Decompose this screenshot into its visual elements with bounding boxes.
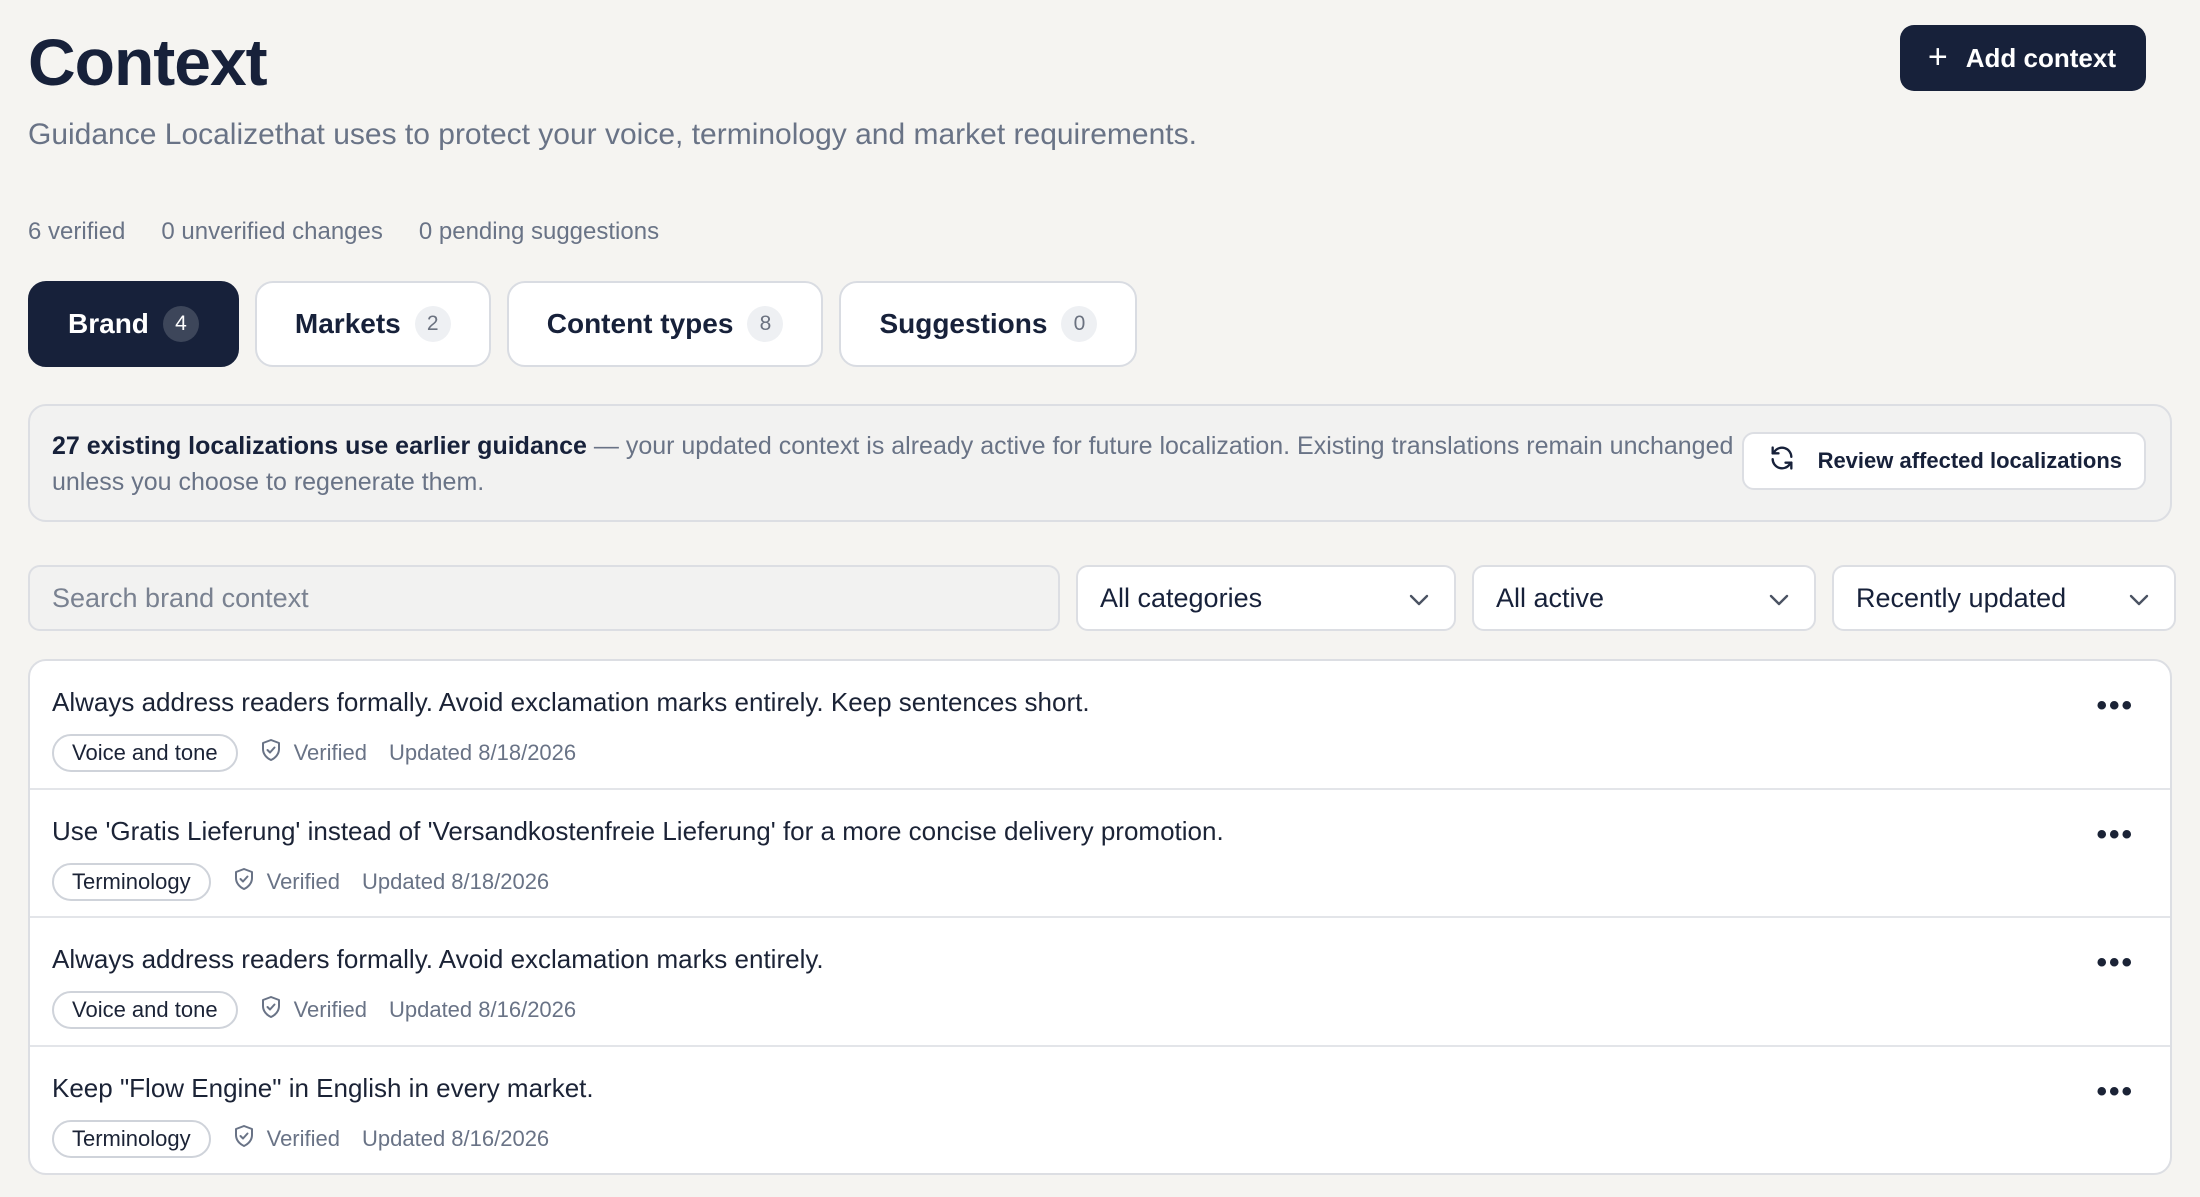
page-subtitle: Guidance Localizethat uses to protect yo… — [28, 118, 1197, 151]
more-options-icon[interactable]: ••• — [2096, 948, 2134, 978]
updated-date: Updated 8/16/2026 — [388, 997, 577, 1022]
shield-check-icon — [233, 1124, 255, 1154]
verified-label: Verified — [293, 997, 367, 1022]
category-select[interactable]: All categories — [1076, 565, 1456, 631]
chevron-down-icon — [1768, 583, 1790, 614]
item-meta: Terminology Verified Updated 8/18/2026 — [52, 862, 2148, 901]
stat-unverified: 0 unverified changes — [161, 218, 383, 245]
list-item[interactable]: Use 'Gratis Lieferung' instead of 'Versa… — [30, 790, 2170, 918]
page-title: Context — [28, 25, 268, 99]
list-item[interactable]: Always address readers formally. Avoid e… — [30, 918, 2170, 1047]
page-header: Context Guidance Localizethat uses to pr… — [28, 0, 2172, 160]
updated-date: Updated 8/16/2026 — [362, 1125, 550, 1151]
updated-date: Updated 8/18/2026 — [362, 868, 550, 894]
tab-count-badge: 8 — [747, 306, 784, 342]
verified-status: Verified — [233, 1124, 340, 1154]
status-select[interactable]: All active — [1472, 565, 1816, 631]
verified-status: Verified — [233, 867, 340, 897]
verified-label: Verified — [266, 868, 340, 894]
context-list: Always address readers formally. Avoid e… — [28, 659, 2172, 1175]
verified-status: Verified — [260, 995, 367, 1025]
item-meta: Voice and tone Verified Updated 8/18/202… — [52, 734, 2148, 772]
list-item[interactable]: Always address readers formally. Avoid e… — [30, 661, 2170, 790]
tab-label: Content types — [546, 308, 734, 339]
context-rule-text: Use 'Gratis Lieferung' instead of 'Versa… — [52, 815, 1224, 846]
category-tag: Terminology — [52, 1119, 211, 1158]
sort-select[interactable]: Recently updated — [1832, 565, 2176, 631]
context-rule-text: Always address readers formally. Avoid e… — [52, 944, 824, 974]
more-options-icon[interactable]: ••• — [2096, 691, 2134, 721]
add-context-button[interactable]: + Add context — [1899, 25, 2146, 91]
stats-bar: 6 verified 0 unverified changes 0 pendin… — [28, 218, 659, 246]
tab-count-badge: 2 — [414, 306, 451, 342]
add-context-label: Add context — [1965, 42, 2116, 73]
tab-bar: Brand 4 Markets 2 Content types 8 Sugges… — [28, 281, 1138, 367]
category-tag: Terminology — [52, 862, 211, 901]
updated-date: Updated 8/18/2026 — [388, 740, 577, 765]
refresh-icon — [1768, 444, 1796, 478]
tab-label: Markets — [294, 308, 401, 339]
tab-label: Suggestions — [879, 308, 1048, 339]
search-input[interactable] — [28, 565, 1060, 631]
verified-status: Verified — [260, 738, 367, 768]
tab-brand[interactable]: Brand 4 — [28, 281, 239, 367]
category-tag: Voice and tone — [52, 734, 238, 772]
shield-check-icon — [260, 995, 282, 1025]
tab-label: Brand — [68, 308, 149, 339]
item-meta: Voice and tone Verified Updated 8/16/202… — [52, 991, 2148, 1029]
status-select-value: All active — [1496, 582, 1605, 613]
sort-select-value: Recently updated — [1856, 582, 2067, 613]
context-page: Context Guidance Localizethat uses to pr… — [0, 0, 2200, 1197]
chevron-down-icon — [2128, 583, 2150, 614]
stat-pending: 0 pending suggestions — [418, 218, 660, 245]
tab-content-types[interactable]: Content types 8 — [506, 281, 824, 367]
tab-count-badge: 0 — [1061, 306, 1098, 342]
notice-text: 27 existing localizations use earlier gu… — [52, 428, 1742, 500]
category-tag: Voice and tone — [52, 991, 238, 1029]
shield-check-icon — [260, 738, 282, 768]
filter-bar: All categories All active Recently updat… — [28, 565, 2176, 631]
item-meta: Terminology Verified Updated 8/16/2026 — [52, 1119, 2148, 1158]
tab-markets[interactable]: Markets 2 — [254, 281, 491, 367]
stat-verified: 6 verified — [28, 218, 126, 245]
review-affected-localizations-button[interactable]: Review affected localizations — [1741, 432, 2146, 490]
context-rule-text: Keep "Flow Engine" in English in every m… — [52, 1072, 594, 1103]
outdated-guidance-notice: 27 existing localizations use earlier gu… — [28, 404, 2172, 522]
review-button-label: Review affected localizations — [1817, 448, 2122, 473]
verified-label: Verified — [266, 1125, 340, 1151]
tab-count-badge: 4 — [162, 306, 199, 342]
more-options-icon[interactable]: ••• — [2096, 1076, 2134, 1107]
tab-suggestions[interactable]: Suggestions 0 — [839, 281, 1138, 367]
category-select-value: All categories — [1100, 582, 1263, 613]
more-options-icon[interactable]: ••• — [2096, 819, 2134, 850]
context-rule-text: Always address readers formally. Avoid e… — [52, 687, 1090, 717]
shield-check-icon — [233, 867, 255, 897]
list-item[interactable]: Keep "Flow Engine" in English in every m… — [30, 1047, 2170, 1174]
notice-strong-text: 27 existing localizations use earlier gu… — [52, 432, 587, 460]
plus-icon: + — [1927, 37, 1948, 76]
chevron-down-icon — [1408, 583, 1430, 614]
verified-label: Verified — [293, 740, 367, 765]
